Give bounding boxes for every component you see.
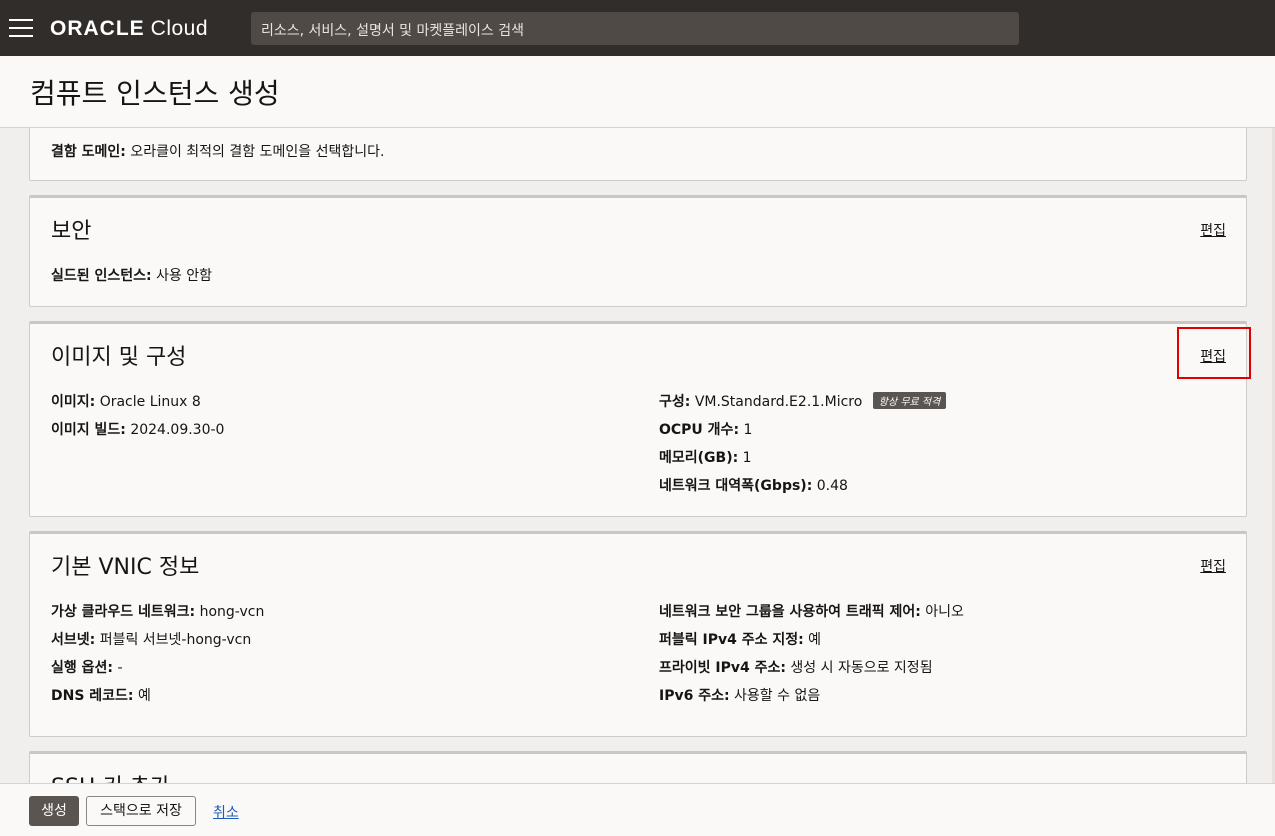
memory-value: 1 xyxy=(742,450,752,466)
image-key: 이미지: xyxy=(51,394,96,410)
fault-domain-field: 결함 도메인: 오라클이 최적의 결함 도메인을 선택합니다. xyxy=(51,141,384,161)
brand-name: ORACLE xyxy=(50,17,145,40)
fault-domain-value: 오라클이 최적의 결함 도메인을 선택합니다. xyxy=(130,144,385,160)
ipv6-key: IPv6 주소: xyxy=(659,688,730,704)
image-shape-title: 이미지 및 구성 xyxy=(51,345,187,370)
image-build-field: 이미지 빌드: 2024.09.30-0 xyxy=(51,419,224,439)
highlight-box xyxy=(1177,327,1251,379)
ocpu-key: OCPU 개수: xyxy=(659,422,740,438)
launch-options-key: 실행 옵션: xyxy=(51,660,113,676)
private-ipv4-value: 생성 시 자동으로 지정됨 xyxy=(790,660,933,676)
security-card: 보안 편집 실드된 인스턴스: 사용 안함 xyxy=(29,195,1247,307)
shielded-instance-value: 사용 안함 xyxy=(156,268,213,284)
ssh-key-title: SSH 키 추가 xyxy=(51,769,170,783)
launch-options-value: - xyxy=(117,660,123,676)
page-header: 컴퓨트 인스턴스 생성 xyxy=(0,56,1275,128)
primary-vnic-title: 기본 VNIC 정보 xyxy=(51,555,200,580)
action-footer: 생성 스택으로 저장 취소 xyxy=(0,783,1275,836)
subnet-field: 서브넷: 퍼블릭 서브넷-hong-vcn xyxy=(51,629,251,649)
ipv6-field: IPv6 주소: 사용할 수 없음 xyxy=(659,685,820,705)
brand-suffix: Cloud xyxy=(150,17,209,40)
private-ipv4-key: 프라이빗 IPv4 주소: xyxy=(659,660,786,676)
private-ipv4-field: 프라이빗 IPv4 주소: 생성 시 자동으로 지정됨 xyxy=(659,657,933,677)
security-title: 보안 xyxy=(51,219,92,244)
oracle-cloud-logo[interactable]: ORACLE Cloud xyxy=(50,17,208,41)
launch-options-field: 실행 옵션: - xyxy=(51,657,123,677)
primary-vnic-edit-link[interactable]: 편집 xyxy=(1200,556,1226,576)
ssh-key-card: SSH 키 추가 xyxy=(29,751,1247,783)
fault-domain-key: 결함 도메인: xyxy=(51,144,126,160)
vcn-value: hong-vcn xyxy=(199,604,265,620)
network-bandwidth-field: 네트워크 대역폭(Gbps): 0.48 xyxy=(659,475,848,495)
network-bandwidth-key: 네트워크 대역폭(Gbps): xyxy=(659,478,813,494)
cancel-link[interactable]: 취소 xyxy=(213,802,239,822)
dns-record-field: DNS 레코드: 예 xyxy=(51,685,151,705)
nsg-field: 네트워크 보안 그룹을 사용하여 트래픽 제어: 아니오 xyxy=(659,601,964,621)
vcn-field: 가상 클라우드 네트워크: hong-vcn xyxy=(51,601,264,621)
page-title: 컴퓨트 인스턴스 생성 xyxy=(30,77,280,110)
nsg-value: 아니오 xyxy=(925,604,964,620)
nsg-key: 네트워크 보안 그룹을 사용하여 트래픽 제어: xyxy=(659,604,921,620)
subnet-key: 서브넷: xyxy=(51,632,96,648)
image-value: Oracle Linux 8 xyxy=(99,394,201,410)
subnet-value: 퍼블릭 서브넷-hong-vcn xyxy=(99,632,252,648)
image-build-key: 이미지 빌드: xyxy=(51,422,126,438)
ocpu-value: 1 xyxy=(743,422,753,438)
public-ipv4-key: 퍼블릭 IPv4 주소 지정: xyxy=(659,632,804,648)
search-input[interactable]: 리소스, 서비스, 설명서 및 마켓플레이스 검색 xyxy=(251,12,1019,45)
shape-field: 구성: VM.Standard.E2.1.Micro 항상 무료 적격 xyxy=(659,391,947,411)
security-edit-link[interactable]: 편집 xyxy=(1200,220,1226,240)
image-build-value: 2024.09.30-0 xyxy=(130,422,225,438)
memory-key: 메모리(GB): xyxy=(659,450,739,466)
shape-value: VM.Standard.E2.1.Micro xyxy=(694,394,863,410)
create-button[interactable]: 생성 xyxy=(29,796,79,826)
ocpu-field: OCPU 개수: 1 xyxy=(659,419,752,439)
image-field: 이미지: Oracle Linux 8 xyxy=(51,391,201,411)
dns-record-value: 예 xyxy=(138,688,151,704)
top-navigation-bar: ORACLE Cloud 리소스, 서비스, 설명서 및 마켓플레이스 검색 xyxy=(0,0,1275,56)
dns-record-key: DNS 레코드: xyxy=(51,688,134,704)
save-as-stack-button[interactable]: 스택으로 저장 xyxy=(86,796,196,826)
primary-vnic-card: 기본 VNIC 정보 편집 가상 클라우드 네트워크: hong-vcn 서브넷… xyxy=(29,531,1247,737)
always-free-badge: 항상 무료 적격 xyxy=(872,392,947,409)
public-ipv4-field: 퍼블릭 IPv4 주소 지정: 예 xyxy=(659,629,821,649)
image-shape-card: 이미지 및 구성 편집 이미지: Oracle Linux 8 이미지 빌드: … xyxy=(29,321,1247,517)
placement-card: 결함 도메인: 오라클이 최적의 결함 도메인을 선택합니다. xyxy=(29,128,1247,181)
public-ipv4-value: 예 xyxy=(808,632,822,648)
network-bandwidth-value: 0.48 xyxy=(816,478,848,494)
shielded-instance-key: 실드된 인스턴스: xyxy=(51,268,152,284)
shielded-instance-field: 실드된 인스턴스: 사용 안함 xyxy=(51,265,212,285)
form-content[interactable]: 결함 도메인: 오라클이 최적의 결함 도메인을 선택합니다. 보안 편집 실드… xyxy=(0,128,1275,783)
menu-icon[interactable] xyxy=(9,19,33,37)
vcn-key: 가상 클라우드 네트워크: xyxy=(51,604,196,620)
memory-field: 메모리(GB): 1 xyxy=(659,447,752,467)
ipv6-value: 사용할 수 없음 xyxy=(734,688,821,704)
shape-key: 구성: xyxy=(659,394,691,410)
